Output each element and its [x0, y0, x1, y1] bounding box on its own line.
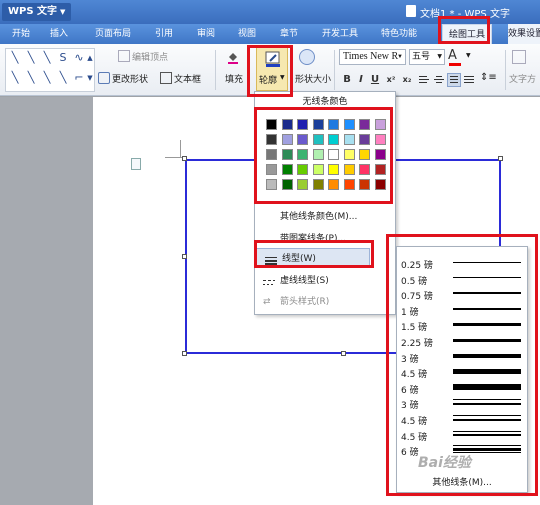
highlight-box — [438, 16, 490, 44]
highlight-box — [254, 240, 374, 268]
chevron-down-icon: ▼ — [466, 52, 471, 59]
font-name-value: Times New R — [343, 51, 399, 62]
curved-connector-icon[interactable]: ╲ — [40, 71, 54, 85]
change-shape-icon — [98, 72, 110, 84]
shape-gallery[interactable]: ╲ ╲ ╲ S ∿ ╲ ╲ ╲ ╲ ⌐ ▲ ▼ — [5, 48, 95, 92]
double-arrow-shape-icon[interactable]: ╲ — [40, 51, 54, 65]
text-box-label: 文本框 — [174, 75, 202, 85]
text-direction-icon — [512, 50, 526, 64]
align-left-icon[interactable] — [417, 74, 431, 88]
highlight-box — [254, 107, 393, 204]
tab-special[interactable]: 特色功能 — [374, 24, 424, 44]
justify-icon[interactable] — [447, 73, 461, 87]
highlight-box — [247, 45, 293, 97]
app-menu-button[interactable]: WPS 文字 ▼ — [2, 3, 72, 21]
elbow-double-arrow-icon[interactable]: ⌐ — [72, 71, 86, 85]
tab-home[interactable]: 开始 — [4, 24, 38, 44]
gallery-scroll-up-icon[interactable]: ▲ — [86, 51, 94, 65]
edit-vertex-label: 编辑顶点 — [132, 53, 169, 63]
resize-handle[interactable] — [498, 156, 503, 161]
arrow-style-label: 箭头样式(R) — [280, 297, 330, 307]
margin-mark — [180, 140, 181, 158]
resize-handle[interactable] — [182, 351, 187, 356]
subscript-button[interactable]: x₂ — [400, 72, 414, 87]
line-shape-icon[interactable]: ╲ — [8, 51, 22, 65]
edit-vertex-icon — [118, 50, 130, 62]
freeform-shape-icon[interactable]: ∿ — [72, 51, 86, 65]
curve-shape-icon[interactable]: S — [56, 51, 70, 65]
fill-button[interactable]: 填充 — [225, 72, 243, 88]
font-size-select[interactable]: 五号 ▼ — [409, 49, 445, 65]
paste-options-icon[interactable] — [131, 158, 141, 170]
gallery-more-icon[interactable]: ▼ — [86, 71, 94, 85]
chevron-down-icon: ▼ — [60, 8, 66, 16]
chevron-down-icon: ▼ — [437, 53, 442, 60]
arrow-style-icon: ⇄ — [263, 297, 271, 307]
bold-button[interactable]: B — [340, 72, 354, 87]
elbow-arrow-icon[interactable]: ╲ — [24, 71, 38, 85]
superscript-button[interactable]: x² — [384, 72, 398, 87]
arrow-style-item: ⇄ 箭头样式(R) — [255, 292, 395, 312]
arrow-shape-icon[interactable]: ╲ — [24, 51, 38, 65]
tab-references[interactable]: 引用 — [147, 24, 181, 44]
margin-mark — [165, 157, 183, 158]
distribute-icon[interactable] — [462, 74, 476, 88]
font-color-button[interactable]: A — [448, 48, 464, 66]
italic-button[interactable]: I — [354, 72, 368, 87]
font-color-icon: A — [448, 48, 457, 63]
font-color-swatch — [449, 63, 461, 66]
resize-handle[interactable] — [182, 156, 187, 161]
ribbon-separator — [215, 50, 216, 90]
more-line-colors-item[interactable]: 其他线条颜色(M)... — [255, 207, 395, 227]
line-spacing-icon[interactable]: ⇕≡ — [480, 72, 500, 87]
ribbon-separator — [334, 50, 335, 90]
shape-size-icon — [299, 49, 315, 65]
shape-size-button[interactable]: 形状大小 — [295, 72, 331, 88]
chevron-down-icon: ▼ — [397, 54, 403, 60]
align-center-icon[interactable] — [432, 74, 446, 88]
tab-insert[interactable]: 插入 — [42, 24, 76, 44]
app-name: WPS 文字 — [8, 6, 58, 17]
dash-style-item[interactable]: 虚线线型(S) — [255, 271, 395, 291]
dash-style-label: 虚线线型(S) — [280, 276, 329, 286]
highlight-box — [386, 234, 538, 496]
text-box-icon — [160, 72, 172, 84]
ribbon-separator — [505, 50, 506, 90]
text-box-button[interactable]: 文本框 — [160, 72, 201, 88]
document-icon — [406, 5, 416, 17]
paint-bucket-icon — [226, 50, 240, 64]
curved-arrow-icon[interactable]: ╲ — [56, 71, 70, 85]
tab-developer[interactable]: 开发工具 — [315, 24, 365, 44]
elbow-connector-icon[interactable]: ╲ — [8, 71, 22, 85]
tab-view[interactable]: 视图 — [230, 24, 264, 44]
tab-section[interactable]: 章节 — [272, 24, 306, 44]
change-shape-button[interactable]: 更改形状 — [98, 72, 148, 88]
font-name-select[interactable]: Times New R ▼ — [339, 49, 406, 65]
text-direction-button[interactable]: 文字方 — [509, 72, 536, 88]
font-size-value: 五号 — [412, 52, 431, 62]
tab-page-layout[interactable]: 页面布局 — [88, 24, 138, 44]
dash-style-icon — [263, 276, 275, 286]
edit-vertex-button[interactable]: 编辑顶点 — [118, 50, 168, 66]
tab-effects[interactable]: 效果设置 — [508, 24, 540, 44]
resize-handle[interactable] — [182, 254, 187, 259]
change-shape-label: 更改形状 — [112, 75, 149, 85]
underline-button[interactable]: U — [368, 72, 382, 87]
tab-review[interactable]: 审阅 — [189, 24, 223, 44]
resize-handle[interactable] — [341, 351, 346, 356]
